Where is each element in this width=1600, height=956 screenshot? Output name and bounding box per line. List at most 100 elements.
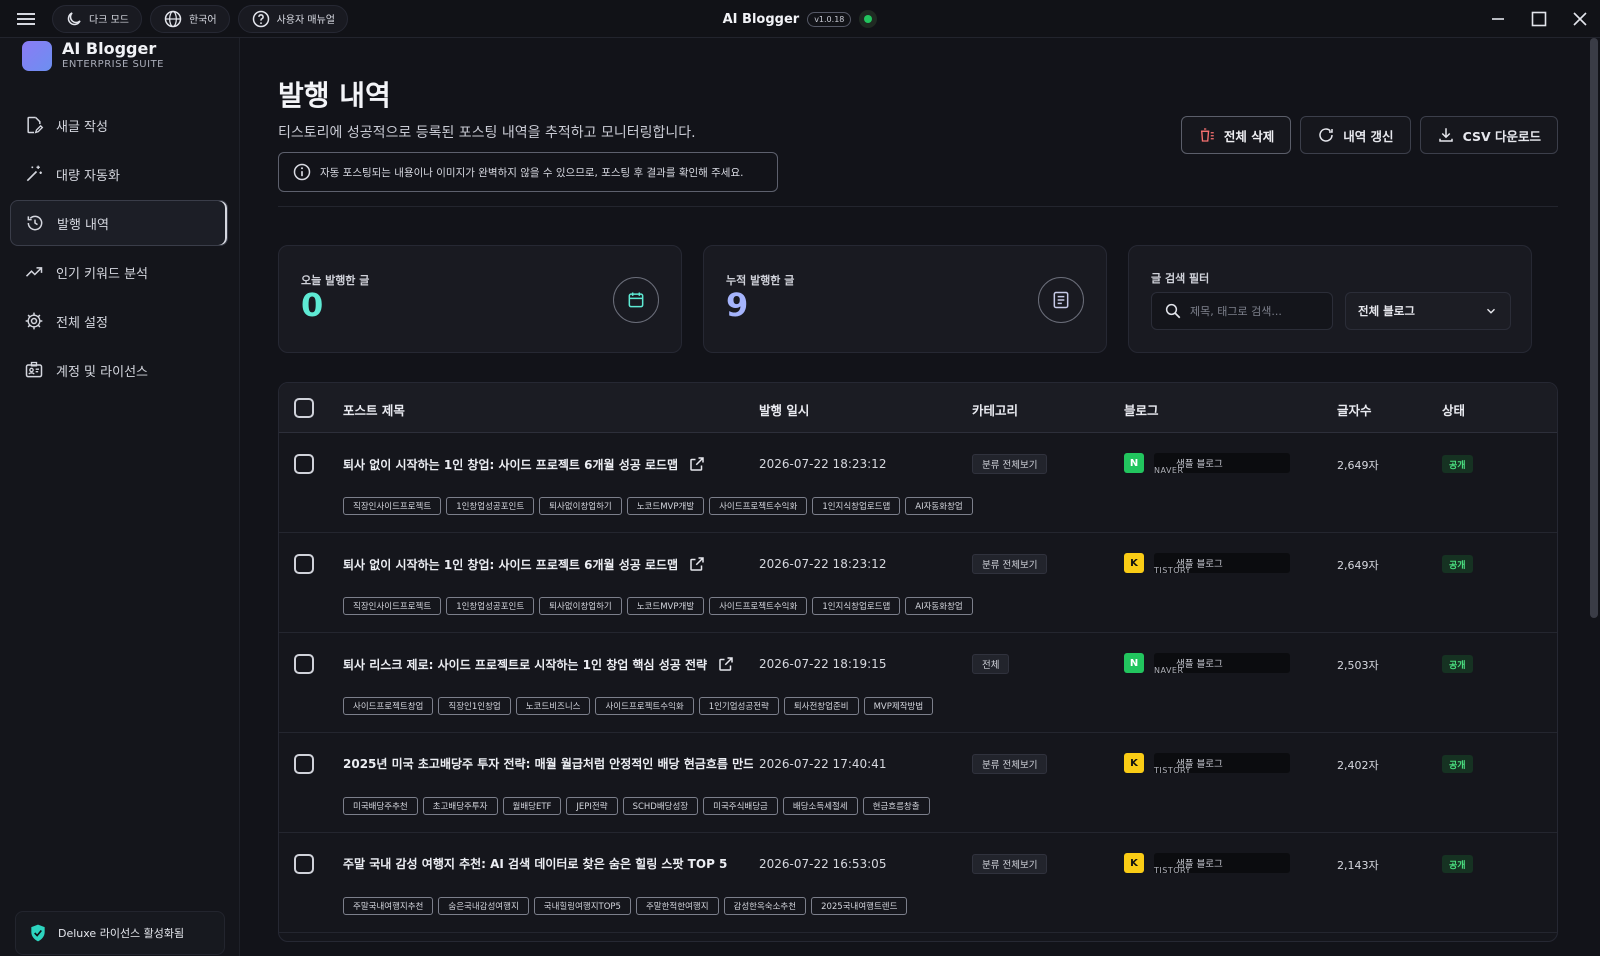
tag-chip[interactable]: 퇴사없이창업하기	[539, 597, 622, 615]
tag-chip[interactable]: 사이드프로젝트수익화	[709, 497, 808, 515]
manual-button[interactable]: 사용자 매뉴얼	[237, 4, 348, 33]
blog-cell: N 샘플 블로그 NAVER	[1124, 653, 1290, 675]
dark-mode-toggle[interactable]: 다크 모드	[52, 4, 142, 33]
tag-chip[interactable]: AI자동화창업	[905, 597, 973, 615]
tag-chip[interactable]: 2025국내여행트렌드	[811, 897, 908, 915]
row-checkbox[interactable]	[294, 854, 314, 874]
dark-mode-label: 다크 모드	[89, 15, 129, 26]
tag-chip[interactable]: 국내힐링여행지TOP5	[533, 897, 631, 915]
tag-chip[interactable]: AI자동화창업	[905, 497, 973, 515]
table-row[interactable]: 퇴사 리스크 제로: 사이드 프로젝트로 시작하는 1인 창업 핵심 성공 전략…	[279, 633, 1557, 733]
csv-download-label: CSV 다운로드	[1462, 128, 1541, 144]
row-checkbox[interactable]	[294, 454, 314, 474]
search-input[interactable]	[1190, 304, 1330, 318]
external-link-icon[interactable]	[688, 455, 706, 473]
platform-label: NAVER	[1154, 666, 1184, 675]
close-button[interactable]	[1559, 0, 1600, 38]
post-title[interactable]: 주말 국내 감성 여행지 추천: AI 검색 데이터로 찾은 숨은 힐링 스팟 …	[343, 855, 727, 872]
tag-chip[interactable]: 직장인사이드프로젝트	[343, 497, 442, 515]
blog-cell: K 샘플 블로그 TISTORY	[1124, 753, 1290, 775]
tag-chip[interactable]: 노코드MVP개발	[626, 497, 705, 515]
char-count: 2,402자	[1337, 759, 1379, 772]
post-title-text: 2025년 미국 초고배당주 투자 전략: 매월 월급처럼 안정적인 배당 현금…	[343, 757, 753, 771]
blog-cell: K 샘플 블로그 TISTORY	[1124, 553, 1290, 575]
tag-chip[interactable]: 1인기업성공전략	[698, 697, 779, 715]
tag-chip[interactable]: 현금흐름창출	[862, 797, 930, 815]
maximize-button[interactable]	[1518, 0, 1559, 38]
sidebar-item-new-post[interactable]: 새글 작성	[10, 102, 228, 148]
tag-chip[interactable]: 1인지식창업로드맵	[812, 497, 901, 515]
publish-date: 2026-07-22 18:23:12	[759, 457, 887, 471]
tag-chip[interactable]: MVP제작방법	[863, 697, 934, 715]
platform-label: TISTORY	[1154, 866, 1191, 875]
tag-chip[interactable]: 1인창업성공포인트	[446, 597, 535, 615]
today-posts-value: 0	[301, 286, 324, 324]
tag-chip[interactable]: 월배당ETF	[502, 797, 562, 815]
history-icon	[27, 215, 43, 231]
status-badge: 공개	[1442, 555, 1473, 573]
action-toolbar: 전체 삭제 내역 갱신 CSV 다운로드	[1180, 116, 1558, 154]
tag-chip[interactable]: JEPI전략	[566, 797, 618, 815]
language-selector[interactable]: 한국어	[149, 4, 230, 33]
post-title[interactable]: 2025년 미국 초고배당주 투자 전략: 매월 월급처럼 안정적인 배당 현금…	[343, 755, 753, 772]
tag-chip[interactable]: 배당소득세절세	[782, 797, 858, 815]
table-row[interactable]: 2025년 미국 초고배당주 투자 전략: 매월 월급처럼 안정적인 배당 현금…	[279, 733, 1557, 833]
sidebar-item-settings[interactable]: 전체 설정	[10, 298, 228, 344]
sidebar-item-history[interactable]: 발행 내역	[10, 200, 228, 246]
main-content: 발행 내역 티스토리에 성공적으로 등록된 포스팅 내역을 추적하고 모니터링합…	[240, 38, 1560, 956]
scrollbar[interactable]	[1590, 38, 1598, 618]
tag-chip[interactable]: 퇴사전창업준비	[783, 697, 859, 715]
tag-chip[interactable]: 직장인1인창업	[438, 697, 511, 715]
minimize-button[interactable]	[1477, 0, 1518, 38]
sidebar-item-account-license[interactable]: 계정 및 라이선스	[10, 347, 228, 393]
csv-download-button[interactable]: CSV 다운로드	[1419, 116, 1558, 154]
blog-select[interactable]: 전체 블로그	[1345, 292, 1511, 330]
tag-chip[interactable]: 미국배당주추천	[343, 797, 418, 815]
post-title[interactable]: 퇴사 리스크 제로: 사이드 프로젝트로 시작하는 1인 창업 핵심 성공 전략	[343, 655, 735, 673]
table-row[interactable]: 퇴사 없이 시작하는 1인 창업: 사이드 프로젝트 6개월 성공 로드맵 202…	[279, 533, 1557, 633]
tag-chip[interactable]: 감성한옥숙소추천	[723, 897, 807, 915]
tag-chip[interactable]: SCHD배당성장	[622, 797, 699, 815]
tag-chip[interactable]: 1인지식창업로드맵	[812, 597, 901, 615]
row-checkbox[interactable]	[294, 754, 314, 774]
tag-chip[interactable]: 노코드비즈니스	[515, 697, 591, 715]
sidebar-item-keyword-analysis[interactable]: 인기 키워드 분석	[10, 249, 228, 295]
row-checkbox[interactable]	[294, 554, 314, 574]
tag-chip[interactable]: 노코드MVP개발	[626, 597, 705, 615]
tag-chip[interactable]: 직장인사이드프로젝트	[343, 597, 442, 615]
row-checkbox[interactable]	[294, 654, 314, 674]
tag-chip[interactable]: 초고배당주투자	[422, 797, 498, 815]
table-row[interactable]: 주말 국내 감성 여행지 추천: AI 검색 데이터로 찾은 숨은 힐링 스팟 …	[279, 833, 1557, 933]
external-link-icon[interactable]	[688, 555, 706, 573]
tag-chip[interactable]: 주말한적한여행지	[635, 897, 719, 915]
sidebar-item-label: 발행 내역	[57, 217, 109, 233]
post-title[interactable]: 퇴사 없이 시작하는 1인 창업: 사이드 프로젝트 6개월 성공 로드맵	[343, 455, 706, 473]
notice-banner: 자동 포스팅되는 내용이나 이미지가 완벽하지 않을 수 있으므로, 포스팅 후…	[278, 152, 778, 192]
table-row[interactable]: 퇴사 없이 시작하는 1인 창업: 사이드 프로젝트 6개월 성공 로드맵 202…	[279, 433, 1557, 533]
delete-list-icon	[1200, 128, 1214, 142]
tag-chip[interactable]: 사이드프로젝트창업	[343, 697, 434, 715]
menu-icon[interactable]	[0, 0, 52, 38]
tag-chip[interactable]: 주말국내여행지추천	[343, 897, 434, 915]
brand-name: AI Blogger	[62, 39, 157, 58]
tag-chip[interactable]: 사이드프로젝트수익화	[595, 697, 694, 715]
platform-badge: K	[1124, 553, 1144, 573]
delete-all-button[interactable]: 전체 삭제	[1180, 116, 1292, 154]
header-chars: 글자수	[1337, 403, 1372, 418]
tag-chip[interactable]: 숨은국내감성여행지	[438, 897, 529, 915]
tag-list: 미국배당주추천 초고배당주투자 월배당ETF JEPI전략 SCHD배당성장 미국주식배당…	[343, 797, 930, 815]
refresh-button[interactable]: 내역 갱신	[1300, 116, 1411, 154]
sidebar-item-label: 인기 키워드 분석	[56, 266, 148, 282]
tag-chip[interactable]: 미국주식배당금	[703, 797, 778, 815]
total-posts-card: 누적 발행한 글 9	[703, 245, 1107, 353]
category-badge: 분류 전체보기	[972, 854, 1048, 874]
sidebar: AI Blogger ENTERPRISE SUITE 새글 작성 대량 자동화…	[0, 38, 240, 956]
sidebar-item-bulk-automation[interactable]: 대량 자동화	[10, 151, 228, 197]
tag-chip[interactable]: 퇴사없이창업하기	[539, 497, 622, 515]
external-link-icon[interactable]	[717, 655, 735, 673]
tag-chip[interactable]: 사이드프로젝트수익화	[709, 597, 808, 615]
select-all-checkbox[interactable]	[294, 398, 314, 418]
post-title[interactable]: 퇴사 없이 시작하는 1인 창업: 사이드 프로젝트 6개월 성공 로드맵	[343, 555, 706, 573]
search-field[interactable]	[1151, 292, 1333, 330]
tag-chip[interactable]: 1인창업성공포인트	[446, 497, 535, 515]
